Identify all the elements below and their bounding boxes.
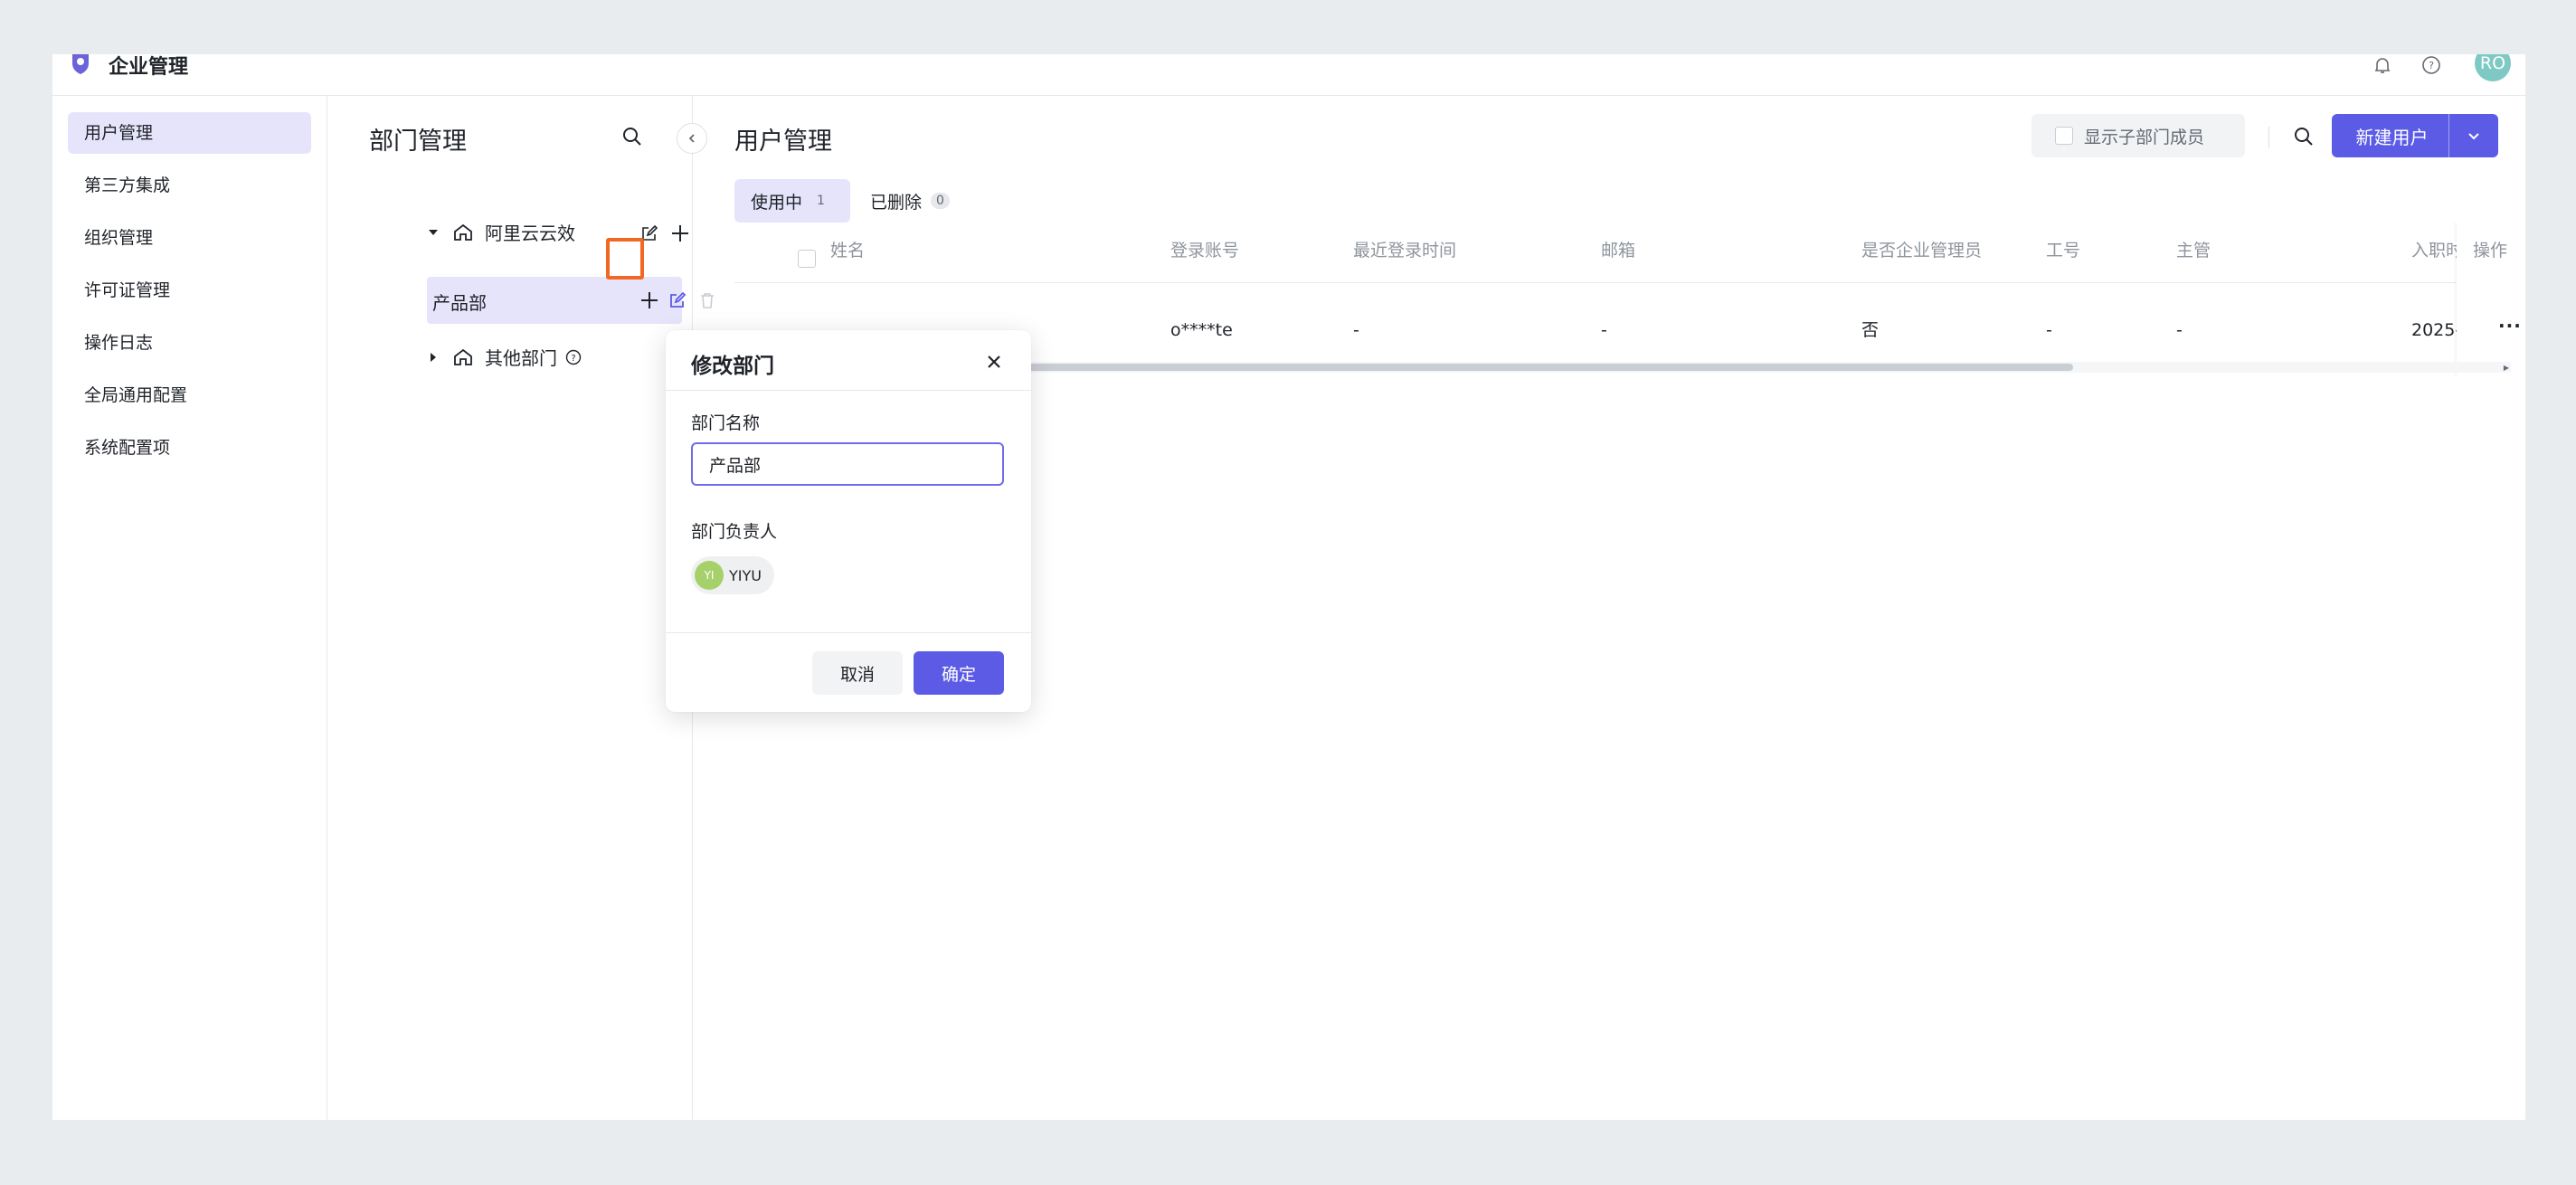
divider xyxy=(666,632,1031,633)
tab-active-users[interactable]: 使用中 1 xyxy=(734,179,850,223)
nav-item-audit-log[interactable]: 操作日志 xyxy=(68,322,311,364)
cancel-button[interactable]: 取消 xyxy=(812,651,903,695)
cell-is-admin: 否 xyxy=(1861,320,1880,340)
avatar: YI xyxy=(695,561,724,590)
modal-title: 修改部门 xyxy=(691,355,774,378)
add-icon[interactable] xyxy=(669,223,691,244)
column-header-email: 邮箱 xyxy=(1601,241,1636,261)
tab-count: 0 xyxy=(931,193,950,209)
search-icon[interactable] xyxy=(2290,123,2317,150)
new-user-label: 新建用户 xyxy=(2355,126,2429,148)
nav-item-license[interactable]: 许可证管理 xyxy=(68,270,311,311)
tree-node-child[interactable]: 产品部 xyxy=(432,289,487,315)
tab-count: 1 xyxy=(817,194,825,208)
nav-item-org[interactable]: 组织管理 xyxy=(68,217,311,259)
page-title: 用户管理 xyxy=(734,128,832,156)
nav-item-system-config[interactable]: 系统配置项 xyxy=(68,427,311,469)
scroll-right-icon[interactable]: ▶ xyxy=(2502,362,2511,373)
show-sub-members-checkbox[interactable]: 显示子部门成员 xyxy=(2031,114,2245,157)
left-nav: 用户管理 第三方集成 组织管理 许可证管理 操作日志 全局通用配置 系统配置项 xyxy=(52,96,327,1120)
add-icon[interactable] xyxy=(639,289,660,311)
logo-icon xyxy=(69,54,92,74)
dept-owner-label: 部门负责人 xyxy=(691,522,778,542)
column-header-actions: 操作 xyxy=(2473,241,2508,261)
home-icon xyxy=(454,223,472,241)
dept-name-label: 部门名称 xyxy=(691,413,761,433)
tree-node-label: 产品部 xyxy=(432,292,487,314)
dept-name-input[interactable] xyxy=(691,442,1004,486)
tree-node-label: 其他部门 xyxy=(485,347,557,369)
column-header-last-login: 最近登录时间 xyxy=(1353,241,1457,261)
more-actions-button[interactable]: ··· xyxy=(2498,315,2522,337)
cell-manager: - xyxy=(2176,320,2183,340)
tab-label: 已删除 xyxy=(870,192,923,213)
chevron-left-icon xyxy=(688,134,695,143)
caret-down-icon[interactable] xyxy=(427,226,440,239)
select-all-checkbox[interactable] xyxy=(798,250,816,268)
nav-item-third-party[interactable]: 第三方集成 xyxy=(68,165,311,206)
app-title: 企业管理 xyxy=(109,56,189,79)
highlight-box xyxy=(606,238,644,280)
dept-panel-title: 部门管理 xyxy=(369,128,467,156)
column-header-emp-no: 工号 xyxy=(2046,241,2081,261)
fixed-actions-column: 操作 xyxy=(2457,223,2525,376)
edit-department-modal: 修改部门 部门名称 部门负责人 YI YIYU 取消 确定 xyxy=(666,330,1031,712)
tab-deleted-users[interactable]: 已删除 0 xyxy=(870,179,950,223)
divider xyxy=(2268,127,2269,148)
checkbox[interactable] xyxy=(2055,127,2073,145)
owner-chip[interactable]: YI YIYU xyxy=(691,556,774,594)
bell-icon[interactable] xyxy=(2370,54,2395,78)
home-icon xyxy=(454,348,472,365)
nav-item-global-config[interactable]: 全局通用配置 xyxy=(68,374,311,416)
cell-email: - xyxy=(1601,320,1607,340)
column-header-name: 姓名 xyxy=(830,241,866,261)
cell-emp-no: - xyxy=(2046,320,2052,340)
edit-icon[interactable] xyxy=(668,291,687,309)
help-icon[interactable]: ? xyxy=(564,348,582,366)
tree-node-other[interactable]: 其他部门 ? xyxy=(427,344,582,370)
checkbox-label: 显示子部门成员 xyxy=(2084,127,2205,147)
cell-last-login: - xyxy=(1353,320,1359,340)
table-header-divider xyxy=(734,282,2511,283)
search-icon[interactable] xyxy=(619,123,646,150)
tree-node-root[interactable]: 阿里云云效 xyxy=(427,219,575,245)
column-header-manager: 主管 xyxy=(2176,241,2211,261)
tab-label: 使用中 xyxy=(751,192,803,213)
divider xyxy=(666,390,1031,391)
help-icon[interactable]: ? xyxy=(2419,54,2444,78)
scrollbar-thumb[interactable] xyxy=(964,364,2073,371)
chevron-down-icon[interactable] xyxy=(2449,128,2498,143)
nav-item-user-management[interactable]: 用户管理 xyxy=(68,112,311,154)
owner-name: YIYU xyxy=(729,566,762,584)
cell-account: o****te xyxy=(1170,320,1233,340)
close-icon[interactable] xyxy=(979,346,1009,377)
svg-text:?: ? xyxy=(2429,60,2434,71)
user-avatar[interactable]: RO xyxy=(2475,54,2511,81)
svg-text:?: ? xyxy=(571,354,575,364)
caret-right-icon[interactable] xyxy=(427,351,440,364)
top-bar: 企业管理 ? RO xyxy=(52,54,2525,96)
app-window: 企业管理 ? RO 用户管理 第三方集成 组织管理 许可证管理 操作日志 全局通… xyxy=(52,54,2525,1120)
column-header-is-admin: 是否企业管理员 xyxy=(1861,241,1983,261)
confirm-button[interactable]: 确定 xyxy=(914,651,1004,695)
new-user-button[interactable]: 新建用户 xyxy=(2332,114,2498,157)
collapse-panel-button[interactable] xyxy=(677,123,707,154)
column-header-account: 登录账号 xyxy=(1170,241,1240,261)
tree-node-label: 阿里云云效 xyxy=(485,223,575,244)
